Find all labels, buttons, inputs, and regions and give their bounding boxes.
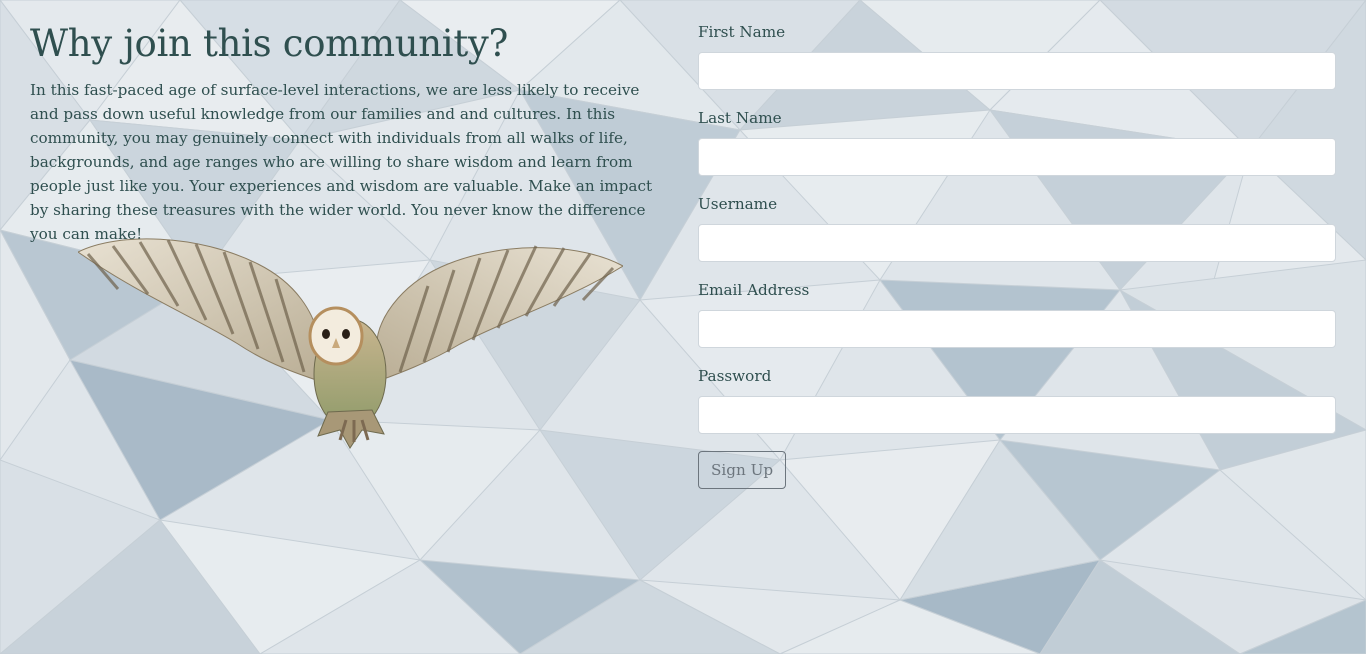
username-label: Username [698, 195, 778, 213]
email-input[interactable] [698, 310, 1336, 348]
first-name-label: First Name [698, 23, 786, 41]
signup-form: First Name Last Name Username Email Addr… [698, 22, 1336, 489]
signup-page: Why join this community? In this fast-pa… [0, 0, 1366, 654]
password-label: Password [698, 367, 772, 385]
last-name-label: Last Name [698, 109, 782, 127]
last-name-input[interactable] [698, 138, 1336, 176]
page-title: Why join this community? [30, 22, 509, 65]
intro-section: Why join this community? In this fast-pa… [30, 20, 670, 246]
owl-image [78, 238, 623, 449]
email-label: Email Address [698, 281, 810, 299]
username-input[interactable] [698, 224, 1336, 262]
intro-paragraph: In this fast-paced age of surface-level … [30, 81, 653, 243]
sign-up-button[interactable]: Sign Up [698, 451, 787, 489]
first-name-input[interactable] [698, 52, 1336, 90]
password-input[interactable] [698, 396, 1336, 434]
